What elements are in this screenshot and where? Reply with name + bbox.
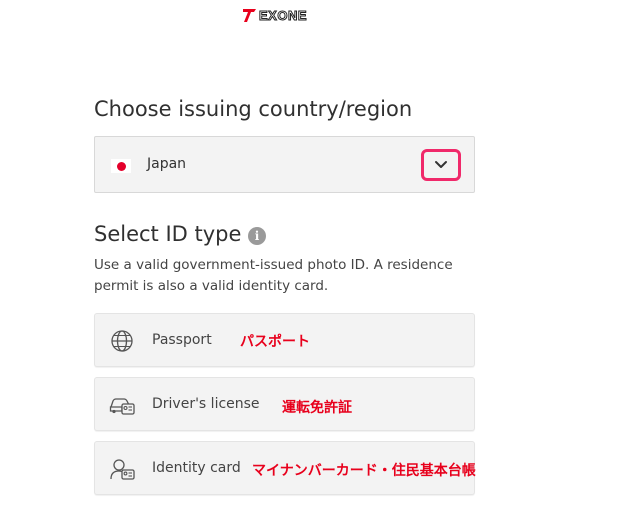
info-icon[interactable]: i bbox=[248, 227, 266, 245]
logo: EXONE bbox=[242, 6, 307, 24]
id-type-section-title: Select ID type bbox=[94, 222, 242, 246]
id-option-label: Passport bbox=[152, 332, 212, 348]
country-dropdown-button[interactable] bbox=[421, 149, 461, 181]
id-option-label: Driver's license bbox=[152, 396, 260, 412]
id-option-label: Identity card bbox=[152, 460, 241, 476]
country-section-title: Choose issuing country/region bbox=[94, 97, 413, 121]
annotation-identity-card: マイナンバーカード・住民基本台帳 bbox=[252, 463, 476, 479]
selected-country: Japan bbox=[147, 156, 187, 172]
annotation-drivers-license: 運転免許証 bbox=[282, 400, 352, 416]
country-select[interactable]: Japan bbox=[94, 136, 475, 193]
car-id-icon bbox=[109, 398, 135, 415]
flag-circle bbox=[116, 161, 126, 171]
logo-mark-icon bbox=[243, 9, 256, 22]
logo-text: EXONE bbox=[258, 7, 308, 23]
japan-flag-icon bbox=[111, 159, 131, 173]
annotation-passport: パスポート bbox=[240, 334, 310, 350]
id-type-description: Use a valid government-issued photo ID. … bbox=[94, 257, 453, 294]
chevron-down-icon bbox=[435, 161, 447, 168]
globe-icon bbox=[111, 330, 133, 352]
person-id-icon bbox=[110, 459, 135, 480]
